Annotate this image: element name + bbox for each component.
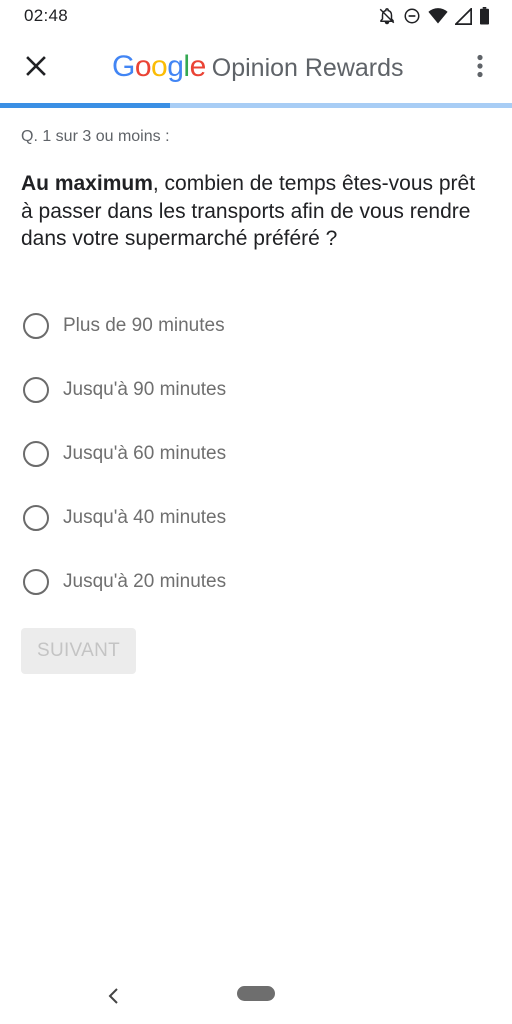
answer-option-label: Jusqu'à 40 minutes <box>63 507 227 528</box>
radio-button[interactable] <box>23 377 49 403</box>
overflow-menu-button[interactable] <box>462 48 498 84</box>
app-bar: Google Opinion Rewards <box>0 32 512 104</box>
app-logo: Google Opinion Rewards <box>112 50 404 86</box>
answer-option-label: Jusqu'à 90 minutes <box>63 379 227 400</box>
question-text: Au maximum, combien de temps êtes-vous p… <box>21 170 491 253</box>
back-chevron-icon <box>108 988 118 1004</box>
do-not-disturb-icon <box>403 7 421 25</box>
survey-screen: 02:48 Google Opinion Rewards Q. 1 sur 3 … <box>0 0 512 1024</box>
answer-option-label: Plus de 90 minutes <box>63 315 225 336</box>
question-counter: Q. 1 sur 3 ou moins : <box>21 128 170 145</box>
status-time: 02:48 <box>24 6 69 25</box>
google-wordmark: Google <box>112 50 206 83</box>
radio-button[interactable] <box>23 569 49 595</box>
close-icon <box>26 56 46 76</box>
answer-option[interactable]: Jusqu'à 20 minutes <box>0 550 512 614</box>
wifi-icon <box>428 7 448 25</box>
radio-button[interactable] <box>23 505 49 531</box>
notifications-off-icon <box>378 7 396 25</box>
nav-home-pill[interactable] <box>237 986 275 1001</box>
answer-option[interactable]: Jusqu'à 40 minutes <box>0 486 512 550</box>
answer-option[interactable]: Jusqu'à 90 minutes <box>0 358 512 422</box>
survey-progress-bar <box>0 103 512 108</box>
signal-icon <box>455 7 472 25</box>
status-icons <box>378 7 490 25</box>
radio-button[interactable] <box>23 441 49 467</box>
question-text-emphasis: Au maximum <box>21 172 153 195</box>
answer-options: Plus de 90 minutes Jusqu'à 90 minutes Ju… <box>0 294 512 614</box>
next-button[interactable]: SUIVANT <box>21 628 136 674</box>
answer-option-label: Jusqu'à 60 minutes <box>63 443 227 464</box>
answer-option[interactable]: Jusqu'à 60 minutes <box>0 422 512 486</box>
status-bar: 02:48 <box>0 0 512 32</box>
battery-icon <box>479 7 490 25</box>
answer-option[interactable]: Plus de 90 minutes <box>0 294 512 358</box>
system-nav-bar <box>0 968 512 1024</box>
answer-option-label: Jusqu'à 20 minutes <box>63 571 227 592</box>
app-title: Opinion Rewards <box>211 54 404 82</box>
radio-button[interactable] <box>23 313 49 339</box>
close-button[interactable] <box>18 48 54 84</box>
survey-progress-fill <box>0 103 171 108</box>
more-vert-icon <box>477 54 483 78</box>
nav-back-button[interactable] <box>100 982 128 1010</box>
